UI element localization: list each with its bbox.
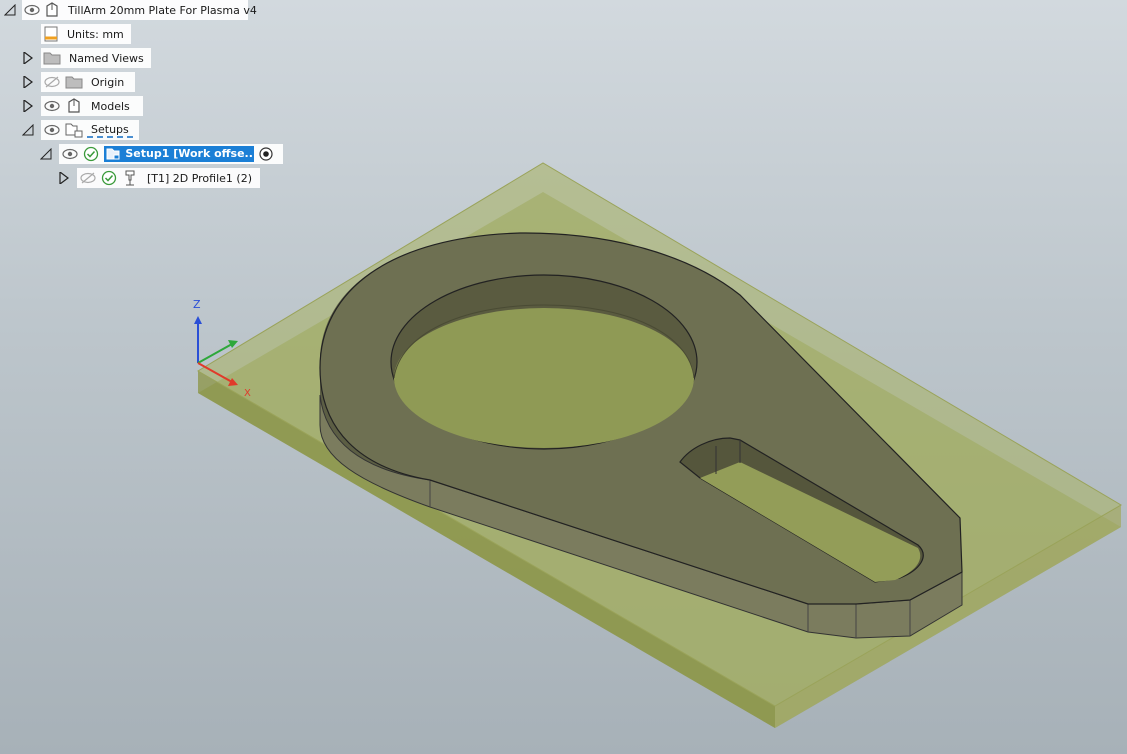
expand-named-views[interactable] [21, 51, 35, 65]
setups-folder-icon [65, 122, 83, 138]
setup-icon [103, 146, 122, 162]
active-setup-radio-icon[interactable] [258, 146, 275, 162]
eye-icon[interactable] [43, 98, 61, 114]
browser-setup1-node[interactable]: Setup1 [Work offse... [59, 144, 283, 164]
browser-named-views-node[interactable]: Named Views [41, 48, 151, 68]
component-icon [44, 2, 60, 18]
folder-icon [65, 74, 83, 90]
expand-models[interactable] [21, 99, 35, 113]
origin-label: Origin [91, 75, 125, 89]
models-label: Models [91, 99, 130, 113]
eye-icon[interactable] [61, 146, 78, 162]
expand-triangle-icon [23, 100, 33, 112]
3d-scene[interactable]: Z X [0, 0, 1127, 754]
browser-setups-node[interactable]: Setups [41, 120, 139, 140]
setups-label: Setups [87, 123, 133, 138]
graphics-viewport[interactable]: Z X TillArm 20mm Plate For Plasma v4 Uni… [0, 0, 1127, 754]
browser-root-node[interactable]: TillArm 20mm Plate For Plasma v4 [22, 0, 257, 20]
eye-hidden-icon[interactable] [43, 74, 61, 90]
expand-triangle-icon [23, 76, 33, 88]
expand-origin[interactable] [21, 75, 35, 89]
browser-profile-node[interactable]: [T1] 2D Profile1 (2) [77, 168, 260, 188]
collapse-triangle-icon [22, 124, 34, 136]
z-axis-arrow [194, 316, 202, 324]
check-circle-icon [100, 170, 117, 186]
expand-profile[interactable] [57, 171, 71, 185]
named-views-label: Named Views [69, 51, 144, 65]
folder-icon [43, 50, 61, 66]
collapse-triangle-icon [4, 4, 16, 16]
circular-hole-floor [394, 308, 694, 448]
expand-triangle-icon [23, 52, 33, 64]
collapse-triangle-icon [40, 148, 52, 160]
expand-collapse-root[interactable] [3, 3, 17, 17]
setup1-label: Setup1 [Work offse... [121, 146, 254, 162]
y-axis-arrow [228, 340, 238, 348]
root-label: TillArm 20mm Plate For Plasma v4 [68, 3, 257, 17]
units-label: Units: mm [67, 27, 124, 41]
check-circle-icon [82, 146, 99, 162]
profile-label: [T1] 2D Profile1 (2) [146, 171, 252, 185]
ruler-icon [43, 26, 59, 42]
expand-triangle-icon [59, 172, 69, 184]
component-icon [65, 98, 83, 114]
browser-models-node[interactable]: Models [41, 96, 143, 116]
eye-icon[interactable] [24, 2, 40, 18]
eye-icon[interactable] [43, 122, 61, 138]
collapse-setup1[interactable] [39, 147, 53, 161]
tool-icon [122, 170, 139, 186]
plate-part[interactable] [319, 232, 963, 639]
browser-origin-node[interactable]: Origin [41, 72, 135, 92]
browser-units-node[interactable]: Units: mm [41, 24, 131, 44]
collapse-setups[interactable] [21, 123, 35, 137]
z-axis-label: Z [193, 298, 201, 311]
eye-hidden-icon[interactable] [79, 170, 96, 186]
x-axis-label: X [244, 388, 251, 399]
